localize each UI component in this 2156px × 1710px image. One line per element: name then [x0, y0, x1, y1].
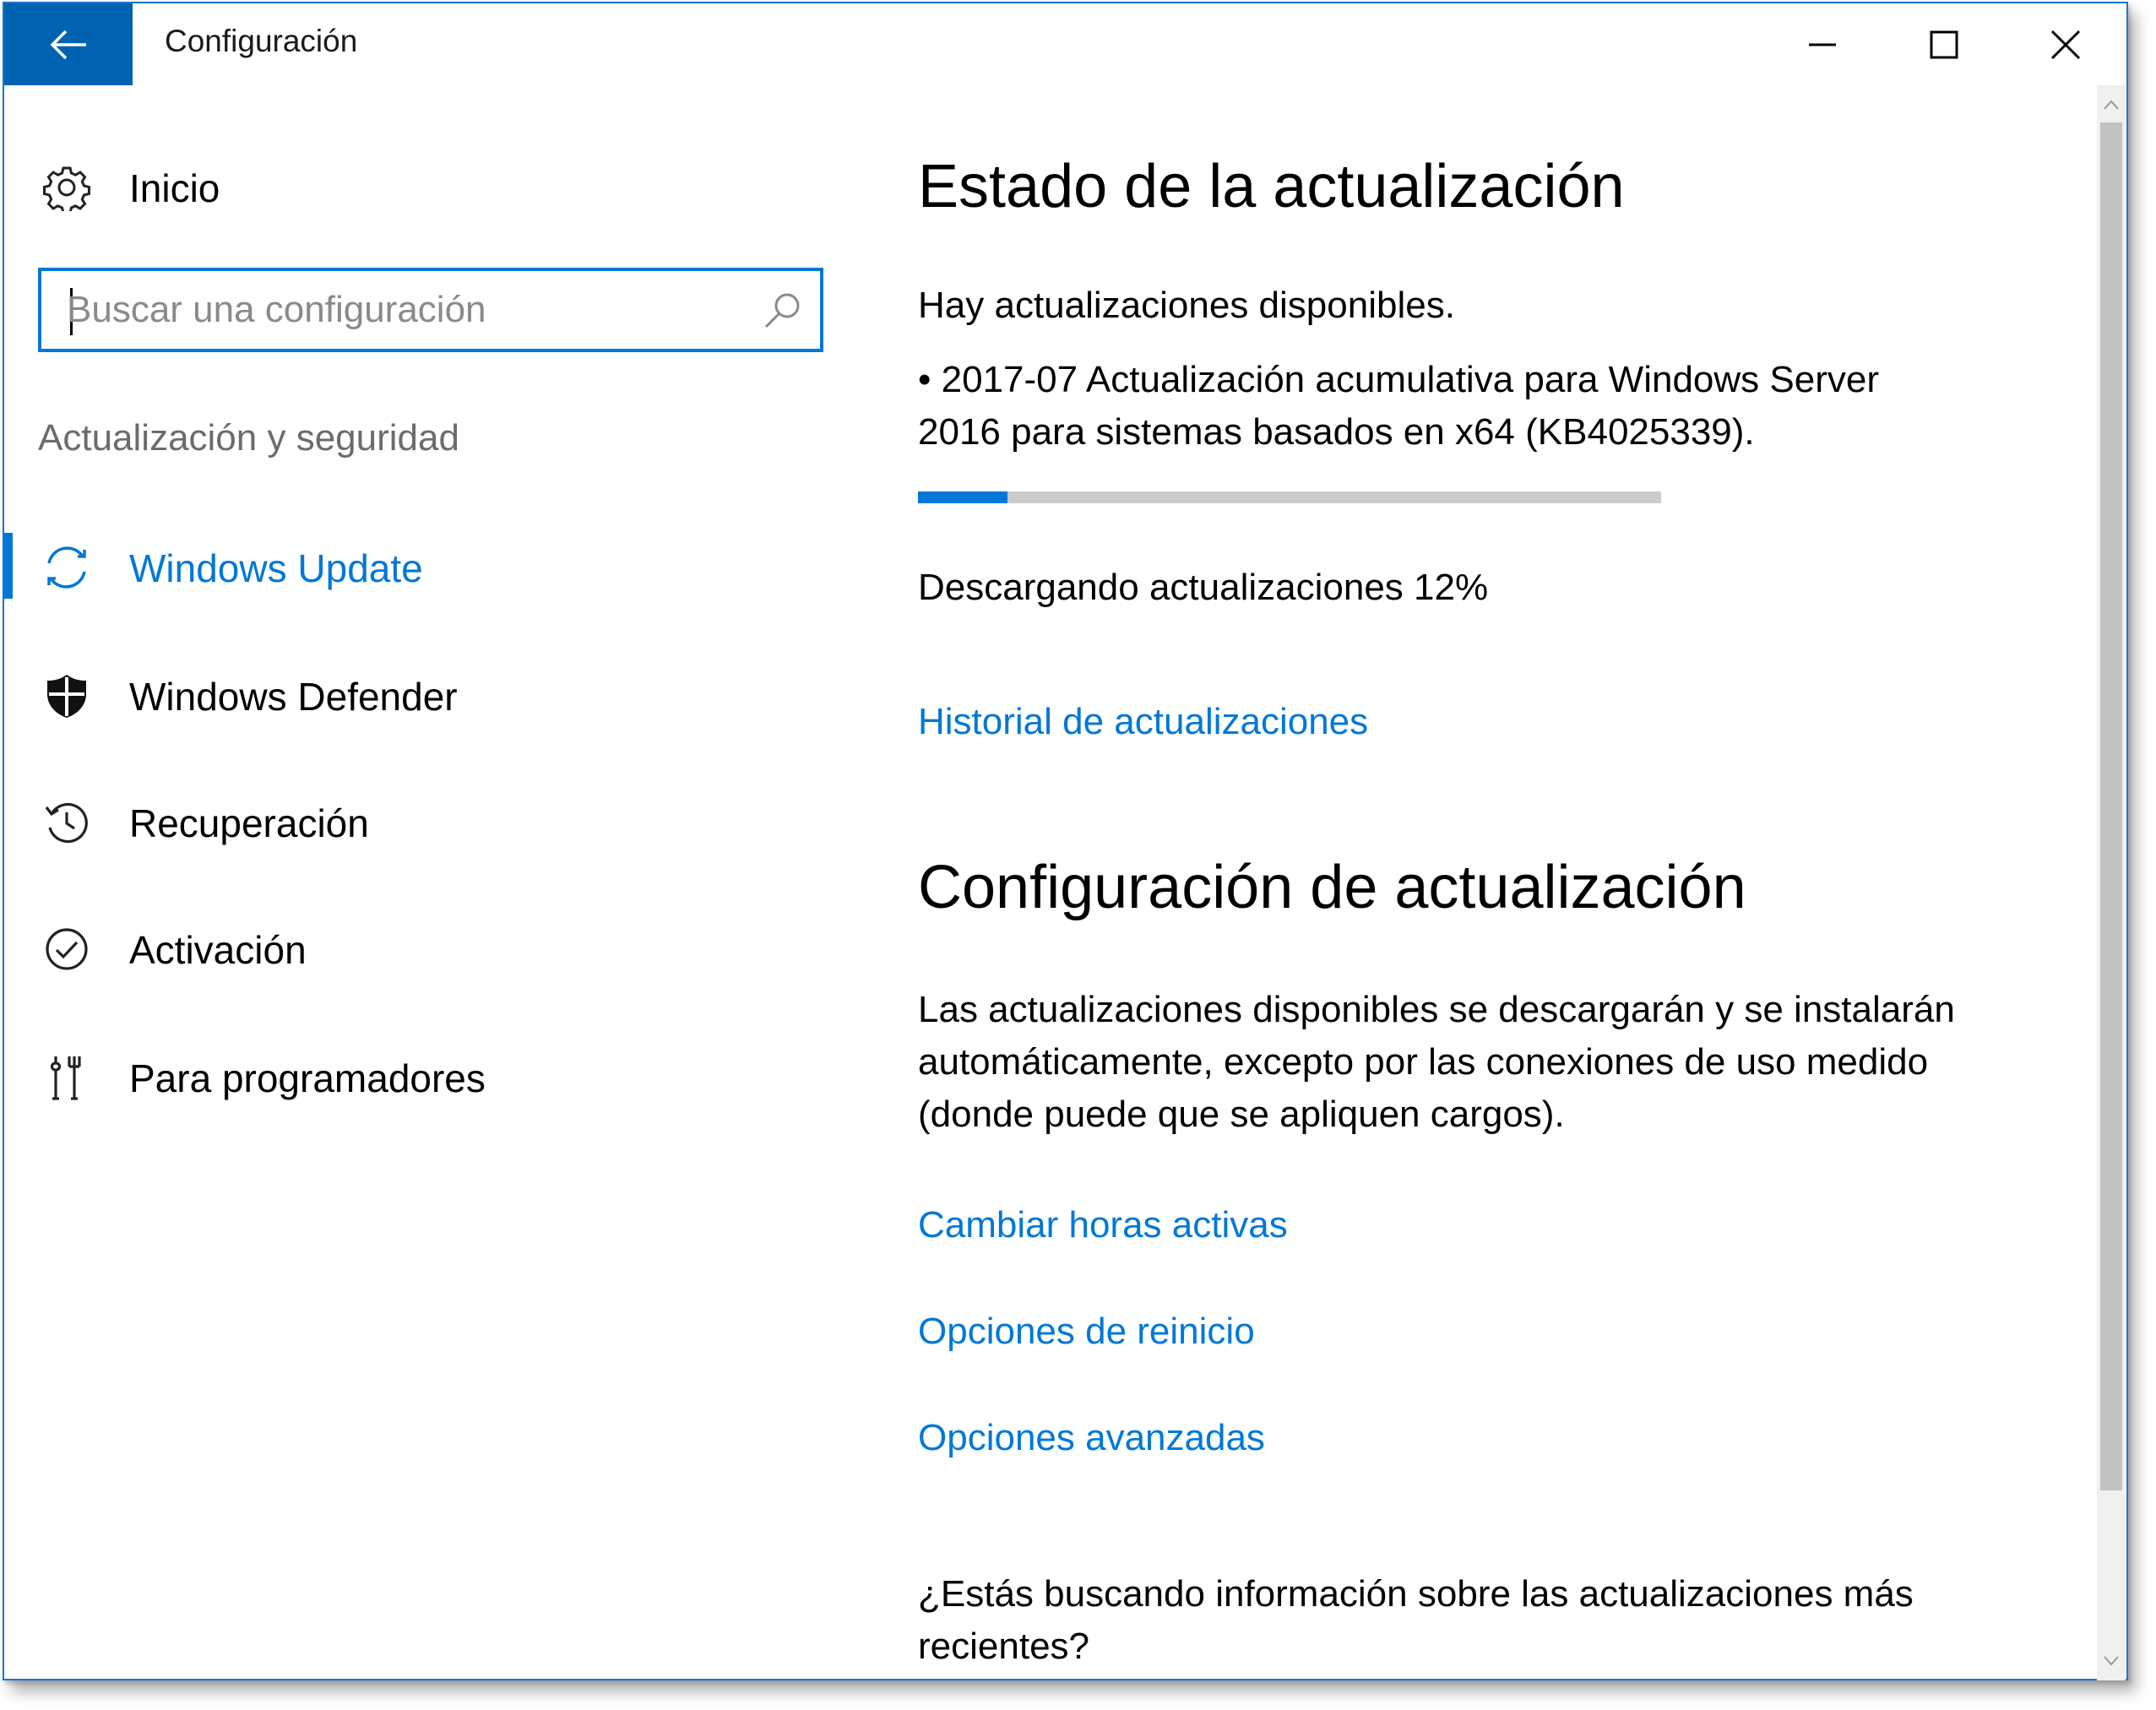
section-label: Actualización y seguridad — [38, 417, 459, 459]
sidebar-item-label: Inicio — [129, 166, 220, 210]
search-box[interactable] — [38, 268, 823, 352]
sync-icon — [41, 542, 92, 593]
scroll-down-arrow-icon[interactable] — [2097, 1647, 2126, 1675]
download-progress-fill — [918, 491, 1007, 503]
status-text: Hay actualizaciones disponibles. — [918, 285, 1455, 326]
minimize-icon — [1809, 43, 1836, 46]
sidebar-item-developers[interactable]: Para programadores — [4, 1034, 832, 1118]
restart-options-link[interactable]: Opciones de reinicio — [918, 1311, 1255, 1353]
advanced-options-link[interactable]: Opciones avanzadas — [918, 1417, 1265, 1459]
change-active-hours-link[interactable]: Cambiar horas activas — [918, 1204, 1288, 1246]
info-question-line-1: ¿Estás buscando información sobre las ac… — [918, 1573, 1914, 1615]
update-history-link[interactable]: Historial de actualizaciones — [918, 701, 1368, 743]
back-button[interactable] — [4, 3, 133, 85]
maximize-button[interactable] — [1883, 3, 2005, 85]
settings-description-line-1: Las actualizaciones disponibles se desca… — [918, 989, 1955, 1030]
download-progress-bar — [918, 491, 1661, 503]
vertical-scrollbar[interactable] — [2097, 85, 2126, 1680]
window-title: Configuración — [165, 24, 358, 58]
download-status: Descargando actualizaciones 12% — [918, 567, 1489, 608]
update-item-line-1: • 2017-07 Actualización acumulativa para… — [918, 359, 1879, 400]
title-bar: Configuración — [4, 3, 2126, 85]
sidebar-item-windows-update[interactable]: Windows Update — [4, 524, 832, 608]
maximize-icon — [1930, 30, 1958, 58]
update-item-line-2: 2016 para sistemas basados en x64 (KB402… — [918, 411, 1755, 453]
settings-description-line-3: (donde puede que se apliquen cargos). — [918, 1094, 1565, 1135]
sidebar-item-recovery[interactable]: Recuperación — [4, 779, 832, 863]
sidebar-item-label: Recuperación — [129, 801, 369, 845]
info-question-line-2: recientes? — [918, 1626, 1090, 1667]
close-icon — [2050, 30, 2081, 59]
status-heading: Estado de la actualización — [918, 153, 1625, 220]
settings-heading: Configuración de actualización — [918, 854, 1746, 921]
scroll-up-arrow-icon[interactable] — [2097, 90, 2126, 119]
check-circle-icon — [41, 924, 92, 974]
active-indicator — [4, 533, 13, 599]
back-arrow-icon — [50, 30, 86, 59]
sidebar-item-home[interactable]: Inicio — [4, 144, 832, 228]
sidebar-item-activation[interactable]: Activación — [4, 905, 832, 990]
developer-tools-icon — [41, 1052, 92, 1103]
sidebar-item-label: Windows Update — [129, 546, 423, 590]
settings-description-line-2: automáticamente, excepto por las conexio… — [918, 1041, 1929, 1083]
sidebar-item-label: Windows Defender — [129, 675, 458, 719]
scrollbar-thumb[interactable] — [2100, 122, 2122, 1490]
search-icon[interactable] — [761, 288, 805, 332]
gear-icon — [41, 162, 92, 213]
history-icon — [41, 797, 92, 848]
sidebar-item-label: Activación — [129, 928, 307, 972]
sidebar-item-windows-defender[interactable]: Windows Defender — [4, 652, 832, 736]
settings-window: Configuración Inicio Buscar una configur… — [3, 2, 2128, 1680]
close-button[interactable] — [2005, 3, 2126, 85]
shield-icon — [41, 670, 92, 721]
sidebar-item-label: Para programadores — [129, 1056, 486, 1100]
search-input[interactable] — [67, 271, 759, 349]
minimize-button[interactable] — [1762, 3, 1883, 85]
